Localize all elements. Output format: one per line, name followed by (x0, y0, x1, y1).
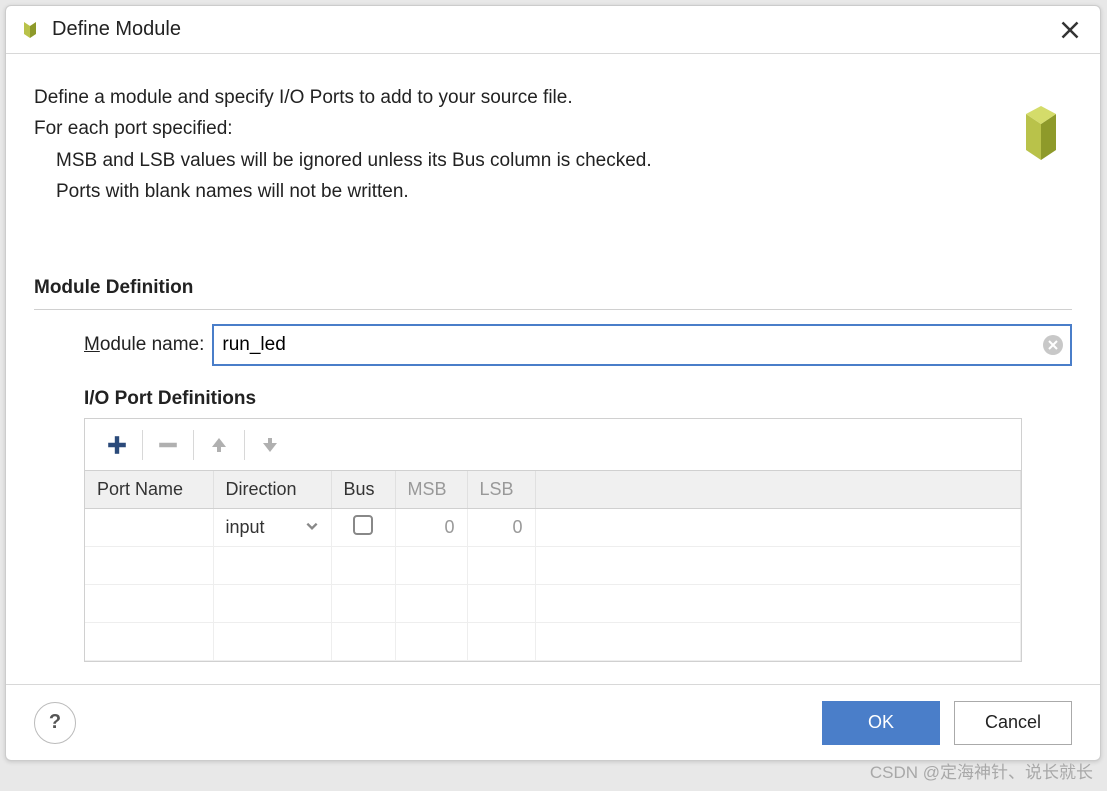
col-port-name[interactable]: Port Name (85, 471, 213, 509)
module-name-label: Module name: (84, 334, 204, 356)
io-port-table-wrap: Port Name Direction Bus MSB LSB input (84, 418, 1022, 662)
cancel-button[interactable]: Cancel (954, 701, 1072, 745)
description-text: Define a module and specify I/O Ports to… (34, 82, 990, 207)
cell-direction[interactable]: input (213, 509, 331, 547)
dialog-footer: ? OK Cancel (6, 684, 1100, 760)
close-icon (1060, 20, 1080, 40)
plus-icon (106, 434, 128, 456)
module-name-input[interactable] (212, 324, 1072, 366)
app-icon (18, 18, 42, 42)
cell-msb[interactable]: 0 (395, 509, 467, 547)
define-module-dialog: Define Module Define a module and specif… (5, 5, 1101, 761)
arrow-down-icon (260, 435, 280, 455)
table-row[interactable]: input 0 0 (85, 509, 1021, 547)
col-lsb[interactable]: LSB (467, 471, 535, 509)
toolbar-separator (244, 430, 245, 460)
clear-input-button[interactable] (1042, 334, 1064, 356)
col-rest (535, 471, 1021, 509)
divider (34, 309, 1072, 310)
move-down-button[interactable] (248, 427, 292, 463)
table-header-row: Port Name Direction Bus MSB LSB (85, 471, 1021, 509)
io-port-toolbar (85, 419, 1021, 471)
cell-port-name[interactable] (85, 509, 213, 547)
io-port-definitions-header: I/O Port Definitions (84, 388, 1072, 410)
col-msb[interactable]: MSB (395, 471, 467, 509)
desc-line-3: MSB and LSB values will be ignored unles… (56, 145, 990, 176)
help-button[interactable]: ? (34, 702, 76, 744)
ok-button[interactable]: OK (822, 701, 940, 745)
arrow-up-icon (209, 435, 229, 455)
table-row[interactable] (85, 547, 1021, 585)
clear-icon (1042, 334, 1064, 356)
toolbar-separator (193, 430, 194, 460)
cell-rest (535, 509, 1021, 547)
remove-port-button[interactable] (146, 427, 190, 463)
col-bus[interactable]: Bus (331, 471, 395, 509)
chevron-down-icon (305, 517, 319, 538)
close-button[interactable] (1056, 16, 1084, 44)
module-name-row: Module name: (84, 324, 1072, 366)
move-up-button[interactable] (197, 427, 241, 463)
module-name-input-wrap (212, 324, 1072, 366)
desc-line-2: For each port specified: (34, 113, 990, 144)
vivado-logo-icon (1010, 106, 1072, 168)
cell-lsb[interactable]: 0 (467, 509, 535, 547)
dialog-content: Define a module and specify I/O Ports to… (6, 54, 1100, 684)
module-definition-header: Module Definition (34, 277, 1072, 299)
watermark-text: CSDN @定海神针、说长就长 (870, 758, 1093, 783)
description-row: Define a module and specify I/O Ports to… (34, 82, 1072, 207)
cell-bus[interactable] (331, 509, 395, 547)
desc-line-4: Ports with blank names will not be writt… (56, 176, 990, 207)
add-port-button[interactable] (95, 427, 139, 463)
dialog-title: Define Module (52, 18, 1056, 41)
minus-icon (157, 434, 179, 456)
titlebar: Define Module (6, 6, 1100, 54)
toolbar-separator (142, 430, 143, 460)
table-row[interactable] (85, 623, 1021, 661)
direction-value: input (226, 517, 265, 538)
table-row[interactable] (85, 585, 1021, 623)
col-direction[interactable]: Direction (213, 471, 331, 509)
io-port-table: Port Name Direction Bus MSB LSB input (85, 471, 1021, 661)
desc-line-1: Define a module and specify I/O Ports to… (34, 82, 990, 113)
help-icon: ? (49, 711, 61, 734)
bus-checkbox[interactable] (353, 515, 373, 535)
